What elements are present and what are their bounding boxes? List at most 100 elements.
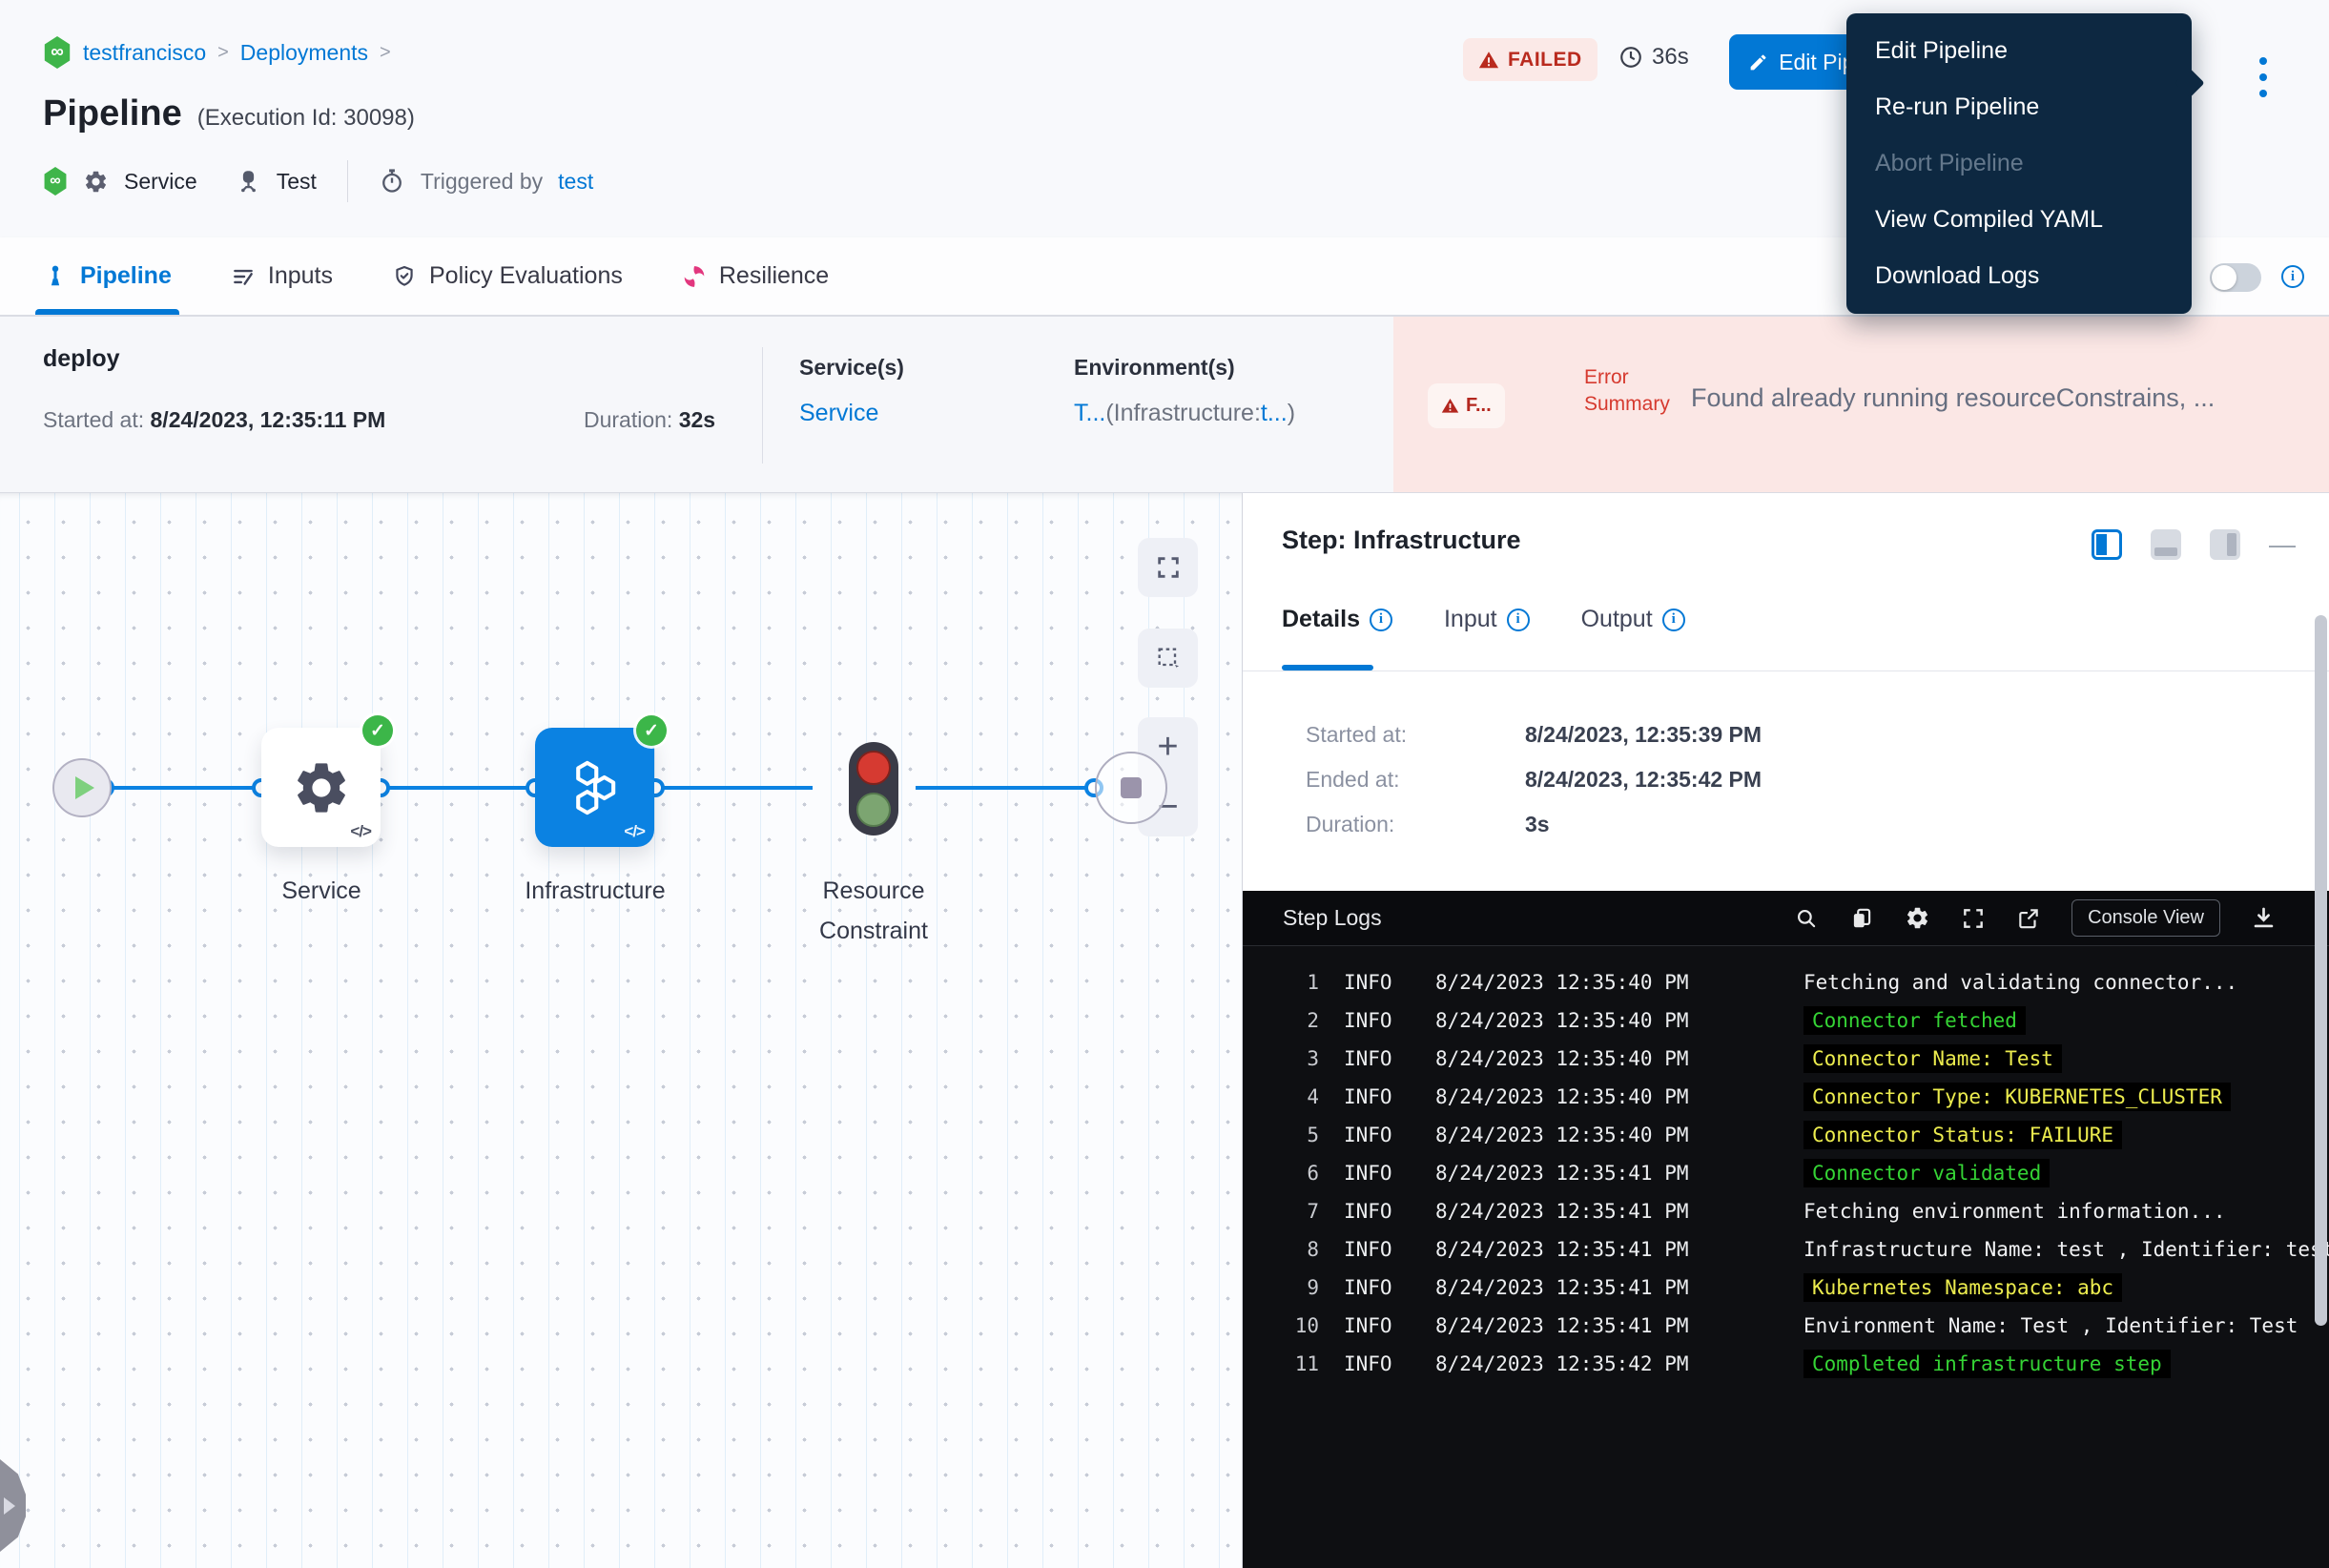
step-detail-panel: Step: Infrastructure — Details i Input i… [1242, 493, 2329, 1568]
canvas-fullscreen-button[interactable] [1138, 538, 1198, 597]
log-line-number: 3 [1277, 1047, 1319, 1070]
log-line-number: 9 [1277, 1276, 1319, 1299]
clock-icon [1618, 45, 1643, 70]
menu-item-download-logs[interactable]: Download Logs [1846, 248, 2192, 304]
log-line-number: 4 [1277, 1085, 1319, 1108]
canvas-select-button[interactable] [1138, 629, 1198, 688]
panel-minimize-icon[interactable]: — [2269, 531, 2296, 558]
tab-input-label: Input [1444, 606, 1497, 633]
environment-link[interactable]: T... [1074, 400, 1105, 426]
hexagons-icon [564, 756, 627, 819]
field-label: Ended at: [1306, 767, 1525, 793]
layout-dock-right-icon[interactable] [2210, 529, 2240, 560]
chevron-right-icon [4, 1497, 15, 1515]
log-timestamp: 8/24/2023 12:35:40 PM [1435, 1009, 1803, 1032]
breadcrumb: ∞ testfrancisco > Deployments > [43, 36, 391, 69]
log-settings-icon[interactable] [1905, 905, 1930, 931]
tab-resilience[interactable]: Resilience [682, 237, 829, 315]
environment-infra-label: (Infrastructure: [1105, 400, 1261, 426]
field-value: 8/24/2023, 12:35:39 PM [1525, 722, 1762, 748]
fullscreen-icon [1155, 554, 1182, 581]
log-fullscreen-icon[interactable] [1961, 906, 1986, 931]
edge-start-service [105, 786, 261, 790]
end-node[interactable] [1095, 752, 1167, 824]
log-search-icon[interactable] [1794, 906, 1819, 931]
menu-item-view-compiled-yaml[interactable]: View Compiled YAML [1846, 192, 2192, 248]
resource-constraint-node[interactable] [849, 742, 898, 836]
log-row: 7INFO8/24/2023 12:35:41 PMFetching envir… [1277, 1192, 2329, 1230]
warning-icon [1441, 397, 1459, 415]
menu-item-rerun-pipeline[interactable]: Re-run Pipeline [1846, 79, 2192, 135]
stage-summary-bar: deploy Started at: 8/24/2023, 12:35:11 P… [0, 317, 2329, 493]
tab-input[interactable]: Input i [1444, 606, 1530, 633]
panel-scrollbar[interactable] [2315, 615, 2327, 1326]
menu-item-edit-pipeline[interactable]: Edit Pipeline [1846, 23, 2192, 79]
triggered-by-user[interactable]: test [558, 169, 593, 195]
layout-split-left-icon[interactable] [2092, 529, 2122, 560]
traffic-light-green [856, 793, 891, 827]
log-line-number: 1 [1277, 971, 1319, 994]
log-line-number: 10 [1277, 1314, 1319, 1337]
console-view-button[interactable]: Console View [2071, 899, 2220, 937]
stage-started: Started at: 8/24/2023, 12:35:11 PM [43, 407, 385, 433]
policy-shield-icon [392, 264, 417, 289]
input-info-icon[interactable]: i [1507, 609, 1530, 631]
log-timestamp: 8/24/2023 12:35:41 PM [1435, 1314, 1803, 1337]
tab-policy-evaluations[interactable]: Policy Evaluations [392, 237, 623, 315]
execution-id: (Execution Id: 30098) [197, 105, 415, 132]
log-download-icon[interactable] [2251, 905, 2277, 931]
breadcrumb-deployments[interactable]: Deployments [240, 40, 368, 66]
stage-name[interactable]: deploy [43, 345, 120, 373]
field-label: Started at: [1306, 722, 1525, 748]
play-icon [75, 776, 94, 799]
status-badge: FAILED [1463, 38, 1597, 81]
log-message: Environment Name: Test , Identifier: Tes… [1803, 1314, 2298, 1337]
canvas-expand-handle[interactable] [0, 1459, 26, 1552]
view-toggle[interactable] [2210, 263, 2261, 292]
infrastructure-node[interactable]: ✓ </> [535, 728, 654, 847]
log-level: INFO [1344, 1200, 1435, 1223]
log-timestamp: 8/24/2023 12:35:40 PM [1435, 1047, 1803, 1070]
step-panel-title: Step: Infrastructure [1282, 526, 1521, 555]
environments-column: Environment(s) T...(Infrastructure:t...) [1074, 355, 1295, 427]
output-info-icon[interactable]: i [1662, 609, 1685, 631]
log-timestamp: 8/24/2023 12:35:40 PM [1435, 971, 1803, 994]
log-line-number: 7 [1277, 1200, 1319, 1223]
tab-details[interactable]: Details i [1282, 606, 1392, 633]
pipeline-canvas[interactable]: + − ✓ </> Service ✓ [0, 493, 1242, 1568]
layout-dock-bottom-icon[interactable] [2151, 529, 2181, 560]
error-summary-message[interactable]: Found already running resourceConstrains… [1691, 383, 2321, 413]
start-node[interactable] [52, 758, 112, 817]
error-status-pill: F... [1428, 383, 1505, 428]
code-badge: </> [624, 822, 645, 841]
log-external-link-icon[interactable] [2016, 906, 2041, 931]
service-node[interactable]: ✓ </> [261, 728, 381, 847]
log-copy-icon[interactable] [1849, 906, 1874, 931]
toggle-info-icon[interactable]: i [2281, 265, 2304, 288]
tab-inputs[interactable]: Inputs [231, 237, 333, 315]
log-message: Infrastructure Name: test , Identifier: … [1803, 1238, 2329, 1261]
edge-infrastructure-constraint [655, 786, 813, 790]
log-row: 10INFO8/24/2023 12:35:41 PMEnvironment N… [1277, 1307, 2329, 1345]
log-rows[interactable]: 1INFO8/24/2023 12:35:40 PMFetching and v… [1243, 946, 2329, 1383]
step-logs-title: Step Logs [1283, 905, 1382, 931]
gear-icon [83, 169, 109, 195]
log-level: INFO [1344, 1238, 1435, 1261]
tab-policy-label: Policy Evaluations [429, 262, 623, 290]
status-badge-text: FAILED [1508, 49, 1582, 72]
log-row: 5INFO8/24/2023 12:35:40 PMConnector Stat… [1277, 1116, 2329, 1154]
tab-pipeline-label: Pipeline [80, 262, 172, 290]
service-link[interactable]: Service [799, 400, 904, 427]
zoom-in-button[interactable]: + [1157, 729, 1178, 765]
breadcrumb-project[interactable]: testfrancisco [83, 40, 206, 66]
log-level: INFO [1344, 1047, 1435, 1070]
tab-pipeline[interactable]: Pipeline [43, 237, 172, 315]
details-info-icon[interactable]: i [1370, 609, 1392, 631]
infrastructure-link[interactable]: t... [1261, 400, 1288, 426]
breadcrumb-separator-icon: > [217, 42, 229, 64]
breadcrumb-separator-icon: > [380, 42, 391, 64]
log-message: Connector Status: FAILURE [1803, 1121, 2122, 1149]
tab-output[interactable]: Output i [1581, 606, 1685, 633]
log-timestamp: 8/24/2023 12:35:40 PM [1435, 1124, 1803, 1146]
more-options-kebab-icon[interactable] [2251, 45, 2276, 110]
